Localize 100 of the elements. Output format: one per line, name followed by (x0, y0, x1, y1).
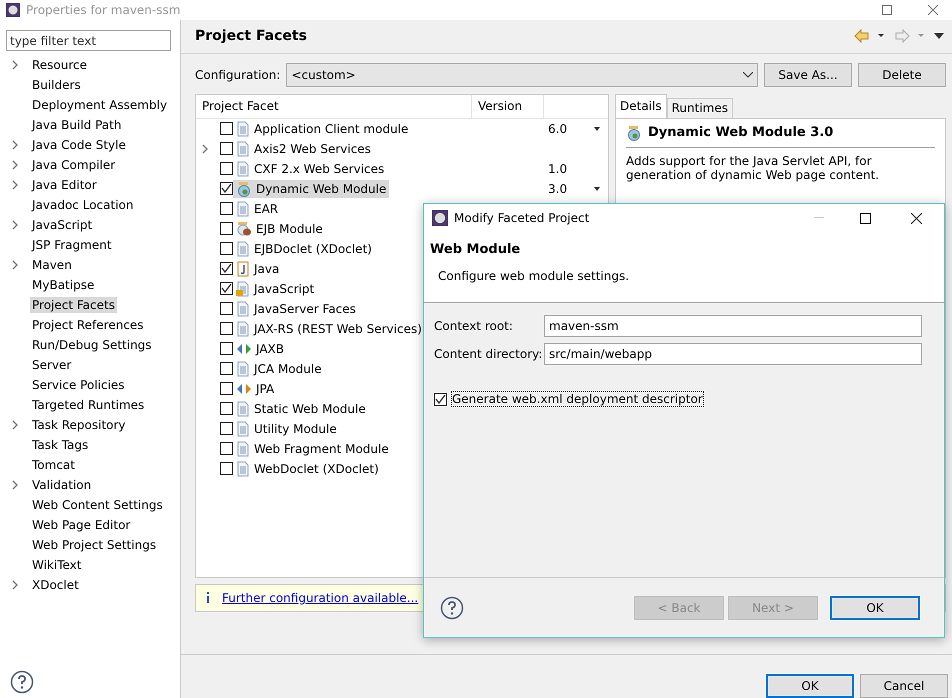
help-icon[interactable] (10, 670, 34, 694)
menu-caret-icon[interactable] (934, 33, 944, 40)
sidebar-item[interactable]: Web Project Settings (30, 537, 158, 553)
facet-name[interactable]: JPA (233, 380, 278, 397)
footer-button[interactable]: OK (766, 674, 854, 698)
sidebar-item[interactable]: Server (30, 357, 74, 373)
checkbox[interactable] (220, 322, 233, 336)
chevron-icon[interactable] (10, 580, 20, 590)
sidebar-item[interactable]: Javadoc Location (30, 197, 136, 213)
sidebar-item[interactable]: XDoclet (30, 577, 81, 593)
version-cell[interactable]: 6.0 (548, 122, 568, 136)
checkbox[interactable] (220, 202, 233, 216)
sidebar-item[interactable]: Project Facets (30, 297, 117, 313)
sidebar-item[interactable]: Java Compiler (30, 157, 118, 173)
sidebar-item[interactable]: Resource (30, 57, 90, 73)
page-button[interactable]: Delete (858, 62, 946, 87)
checkbox[interactable] (220, 342, 233, 356)
facet-name[interactable]: JavaServer Faces (233, 300, 359, 318)
text-field[interactable]: src/main/webapp (544, 343, 922, 365)
footer-button[interactable]: Cancel (860, 674, 948, 698)
sidebar-item[interactable]: Targeted Runtimes (30, 397, 146, 413)
checkbox[interactable] (220, 262, 233, 276)
facet-name[interactable]: JCA Module (233, 360, 325, 378)
sidebar-item[interactable]: Java Code Style (30, 137, 128, 153)
dropdown-caret-icon[interactable] (594, 126, 600, 131)
checkbox[interactable] (220, 402, 233, 416)
dropdown-caret-icon[interactable] (743, 72, 753, 78)
checkbox[interactable] (220, 182, 233, 196)
sidebar-item[interactable]: Maven (30, 257, 74, 273)
facet-name[interactable]: Web Fragment Module (233, 440, 392, 458)
checkbox[interactable] (220, 462, 233, 476)
chevron-icon[interactable] (200, 144, 210, 154)
page-title: Project Facets (195, 28, 308, 44)
sidebar-item[interactable]: JSP Fragment (30, 237, 114, 253)
facet-name[interactable]: Static Web Module (233, 400, 369, 418)
facet-name[interactable]: Dynamic Web Module (233, 180, 390, 198)
version-cell[interactable]: 3.0 (548, 182, 568, 196)
column-header[interactable]: Version (472, 94, 544, 118)
facet-name[interactable]: CXF 2.x Web Services (233, 160, 388, 178)
page-button[interactable]: Save As... (764, 62, 852, 87)
checkbox[interactable] (220, 302, 233, 316)
sidebar-item[interactable]: Task Tags (30, 437, 90, 453)
chevron-icon[interactable] (10, 480, 20, 490)
sidebar-item[interactable]: Validation (30, 477, 94, 493)
details-tab[interactable]: Details (615, 94, 667, 118)
checkbox[interactable] (220, 162, 233, 176)
configuration-dropdown[interactable]: <custom> (286, 62, 758, 87)
facet-name[interactable]: EJBDoclet (XDoclet) (233, 240, 375, 258)
sidebar-item[interactable]: Java Build Path (30, 117, 124, 133)
sidebar-item[interactable]: Web Content Settings (30, 497, 165, 513)
maximize-icon[interactable] (860, 212, 871, 224)
checkbox[interactable] (434, 392, 447, 406)
further-configuration-link[interactable]: Further configuration available... (222, 590, 418, 605)
version-cell[interactable]: 1.0 (548, 162, 568, 176)
chevron-icon[interactable] (10, 420, 20, 430)
facet-name[interactable]: WebDoclet (XDoclet) (233, 460, 382, 478)
facet-name[interactable]: JAX-RS (REST Web Services) (233, 320, 425, 338)
checkbox[interactable] (220, 382, 233, 396)
checkbox[interactable] (220, 282, 233, 296)
column-header[interactable]: Project Facet (196, 94, 472, 118)
checkbox[interactable] (220, 442, 233, 456)
checkbox-label[interactable]: Generate web.xml deployment descriptor (451, 391, 704, 407)
document-icon (236, 120, 250, 137)
sidebar-item[interactable]: Run/Debug Settings (30, 337, 154, 353)
dialog-button[interactable]: OK (830, 596, 920, 620)
checkbox[interactable] (220, 242, 233, 256)
checkbox[interactable] (220, 142, 233, 156)
sidebar-item[interactable]: WikiText (30, 557, 84, 573)
chevron-icon[interactable] (10, 60, 20, 70)
checkbox[interactable] (220, 122, 233, 136)
document-icon (236, 440, 250, 457)
sidebar-item[interactable]: Service Policies (30, 377, 127, 393)
facet-name[interactable]: Application Client module (233, 120, 412, 138)
sidebar-item[interactable]: Deployment Assembly (30, 97, 170, 113)
facet-name[interactable]: Axis2 Web Services (233, 140, 374, 158)
facet-name[interactable]: JAXB (233, 340, 287, 357)
facet-name[interactable]: Utility Module (233, 420, 340, 438)
sidebar-item[interactable]: Java Editor (30, 177, 99, 193)
chevron-icon[interactable] (10, 260, 20, 270)
dropdown-caret-icon[interactable] (594, 186, 600, 191)
help-icon[interactable] (440, 596, 464, 620)
sidebar-item[interactable]: Task Repository (30, 417, 128, 433)
facet-name[interactable]: Java (233, 260, 282, 278)
checkbox[interactable] (220, 222, 233, 236)
facet-name[interactable]: EJB Module (233, 220, 326, 238)
details-tab[interactable]: Runtimes (666, 98, 733, 118)
sidebar-item[interactable]: Web Page Editor (30, 517, 132, 533)
sidebar-item[interactable]: Project References (30, 317, 146, 333)
chevron-icon[interactable] (10, 220, 20, 230)
sidebar-item[interactable]: Builders (30, 77, 83, 93)
close-icon[interactable] (911, 212, 922, 224)
sidebar-item[interactable]: Tomcat (30, 457, 77, 473)
checkbox[interactable] (220, 422, 233, 436)
sidebar-item[interactable]: JavaScript (30, 217, 94, 233)
text-field[interactable]: maven-ssm (544, 315, 922, 337)
checkbox[interactable] (220, 362, 233, 376)
filter-field[interactable]: type filter text (6, 30, 171, 51)
facet-name[interactable]: JavaScript (233, 280, 318, 298)
facet-name[interactable]: EAR (233, 200, 282, 218)
sidebar-item[interactable]: MyBatipse (30, 277, 96, 293)
